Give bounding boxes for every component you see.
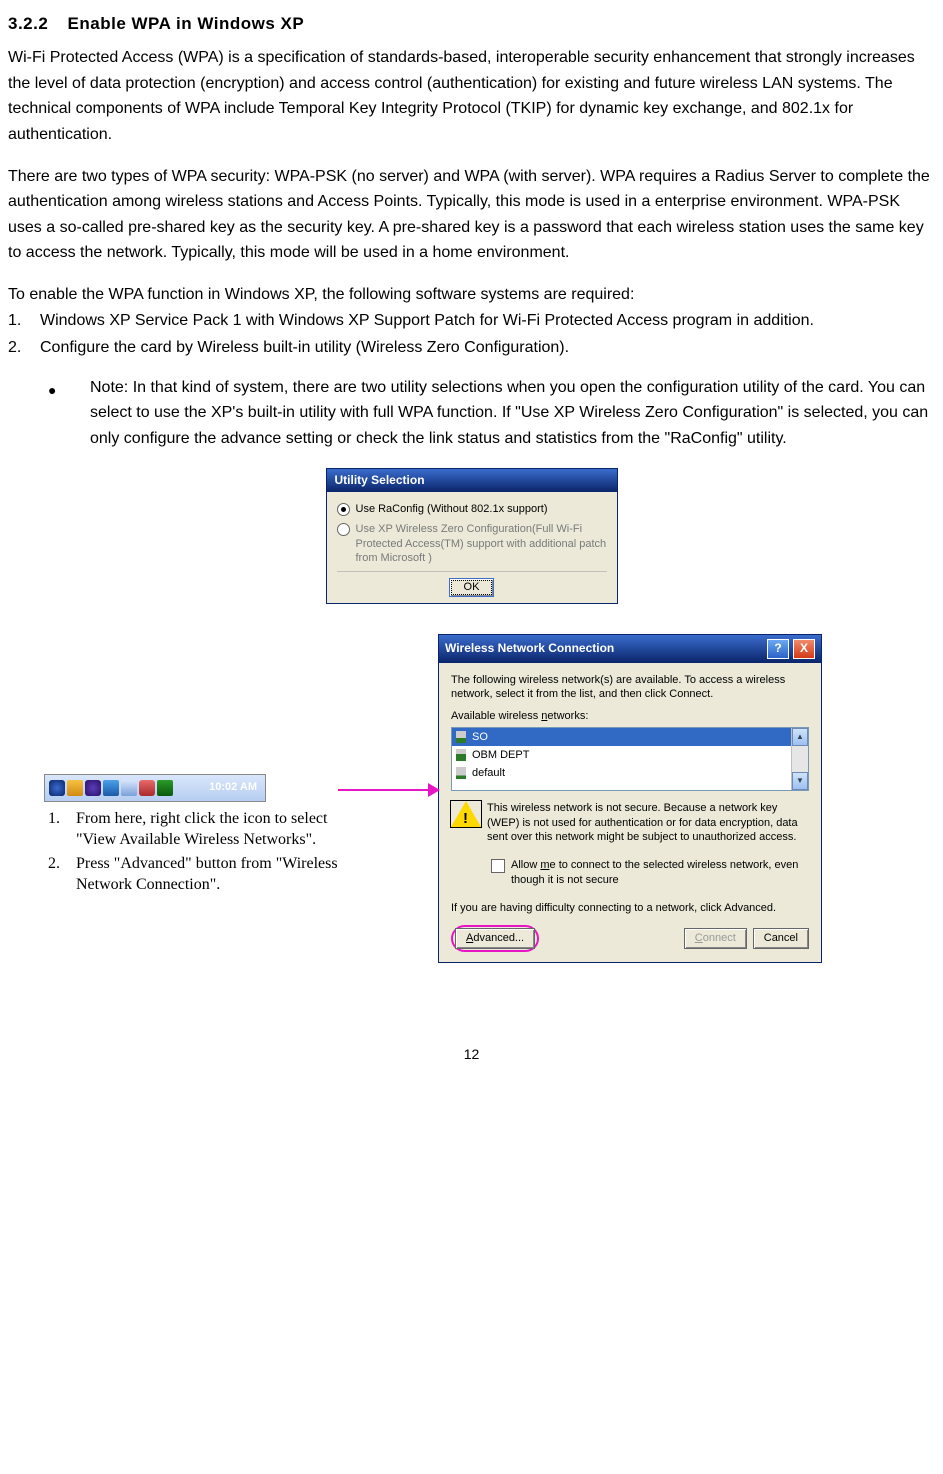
paragraph-1: Wi-Fi Protected Access (WPA) is a specif… [8, 45, 935, 147]
intro-text: The following wireless network(s) are av… [451, 673, 809, 702]
item-number: 2. [48, 853, 76, 896]
paragraph-2: There are two types of WPA security: WPA… [8, 164, 935, 266]
advanced-button[interactable]: Advanced... [455, 928, 535, 948]
note-text: Note: In that kind of system, there are … [90, 375, 935, 452]
tray-clock: 10:02 AM [205, 779, 261, 797]
item-number: 1. [48, 808, 76, 851]
network-listbox[interactable]: SO OBM DEPT default ▲ ▼ [451, 727, 809, 791]
requirements-lead: To enable the WPA function in Windows XP… [8, 282, 935, 308]
item-text: Press "Advanced" button from "Wireless N… [76, 853, 338, 896]
tray-icon[interactable] [121, 780, 137, 796]
signal-icon [456, 749, 466, 761]
arrow-line [338, 789, 438, 791]
cancel-button[interactable]: Cancel [753, 928, 809, 948]
network-item[interactable]: default [452, 764, 808, 782]
warning-text: This wireless network is not secure. Bec… [487, 801, 809, 844]
checkbox-icon[interactable] [491, 859, 505, 873]
radio-label: Use XP Wireless Zero Configuration(Full … [356, 522, 607, 565]
tray-icon[interactable] [139, 780, 155, 796]
help-button[interactable]: ? [767, 639, 789, 659]
utility-selection-dialog: Utility Selection Use RaConfig (Without … [326, 468, 618, 604]
scroll-down-icon[interactable]: ▼ [792, 772, 808, 790]
page-number: 12 [8, 1043, 935, 1065]
figure-left: 10:02 AM 1. From here, right click the i… [8, 634, 338, 898]
scroll-up-icon[interactable]: ▲ [792, 728, 808, 746]
tray-icon[interactable] [67, 780, 83, 796]
warning-icon: ! [451, 801, 481, 829]
tray-icon[interactable] [85, 780, 101, 796]
dialog-body: Use RaConfig (Without 802.1x support) Us… [327, 492, 617, 602]
allow-checkbox-row[interactable]: Allow me to connect to the selected wire… [491, 858, 809, 887]
list-item: 1. From here, right click the icon to se… [48, 808, 338, 851]
list-item: 2. Press "Advanced" button from "Wireles… [48, 853, 338, 896]
radio-icon [337, 503, 350, 516]
dialog-footer: Advanced... Connect Cancel [451, 925, 809, 951]
list-item: 1. Windows XP Service Pack 1 with Window… [8, 308, 935, 334]
difficulty-text: If you are having difficulty connecting … [451, 901, 809, 915]
connect-button[interactable]: Connect [684, 928, 747, 948]
ok-button[interactable]: OK [449, 578, 495, 596]
item-text: Windows XP Service Pack 1 with Windows X… [40, 308, 935, 334]
requirements-list: 1. Windows XP Service Pack 1 with Window… [8, 308, 935, 361]
tray-icon[interactable] [103, 780, 119, 796]
highlight-circle: Advanced... [451, 925, 539, 951]
radio-option-raconfig[interactable]: Use RaConfig (Without 802.1x support) [337, 502, 607, 516]
section-number: 3.2.2 [8, 14, 48, 33]
list-item: 2. Configure the card by Wireless built-… [8, 335, 935, 361]
warning-row: ! This wireless network is not secure. B… [451, 801, 809, 844]
section-heading: 3.2.2 Enable WPA in Windows XP [8, 10, 935, 37]
dialog-titlebar: Wireless Network Connection ? X [439, 635, 821, 663]
system-tray[interactable]: 10:02 AM [44, 774, 266, 802]
scrollbar[interactable]: ▲ ▼ [791, 728, 808, 790]
radio-option-xpzero[interactable]: Use XP Wireless Zero Configuration(Full … [337, 522, 607, 565]
network-name: default [472, 766, 505, 780]
section-title: Enable WPA in Windows XP [68, 14, 305, 33]
item-number: 2. [8, 335, 40, 361]
item-text: From here, right click the icon to selec… [76, 808, 338, 851]
network-item[interactable]: OBM DEPT [452, 746, 808, 764]
item-text: Configure the card by Wireless built-in … [40, 335, 935, 361]
bullet-icon: ● [48, 375, 90, 452]
radio-label: Use RaConfig (Without 802.1x support) [356, 502, 548, 516]
figure-row: 10:02 AM 1. From here, right click the i… [8, 634, 935, 963]
dialog-title: Wireless Network Connection [445, 641, 763, 657]
tray-icon[interactable] [49, 780, 65, 796]
checkbox-label: Allow me to connect to the selected wire… [511, 858, 809, 887]
network-item[interactable]: SO [452, 728, 808, 746]
close-button[interactable]: X [793, 639, 815, 659]
signal-icon [456, 731, 466, 743]
arrow-head-icon [428, 783, 440, 797]
item-number: 1. [8, 308, 40, 334]
dialog-title: Utility Selection [327, 469, 617, 493]
network-name: OBM DEPT [472, 748, 529, 762]
radio-icon [337, 523, 350, 536]
tray-icon[interactable] [157, 780, 173, 796]
network-name: SO [472, 730, 488, 744]
step-list: 1. From here, right click the icon to se… [48, 808, 338, 896]
available-label: Available wireless networks: [451, 709, 809, 723]
wireless-connection-dialog: Wireless Network Connection ? X The foll… [438, 634, 822, 963]
signal-icon [456, 767, 466, 779]
dialog-footer: OK [337, 571, 607, 596]
dialog-body: The following wireless network(s) are av… [439, 663, 821, 962]
arrow-annotation [338, 634, 438, 791]
note-block: ● Note: In that kind of system, there ar… [48, 375, 935, 452]
